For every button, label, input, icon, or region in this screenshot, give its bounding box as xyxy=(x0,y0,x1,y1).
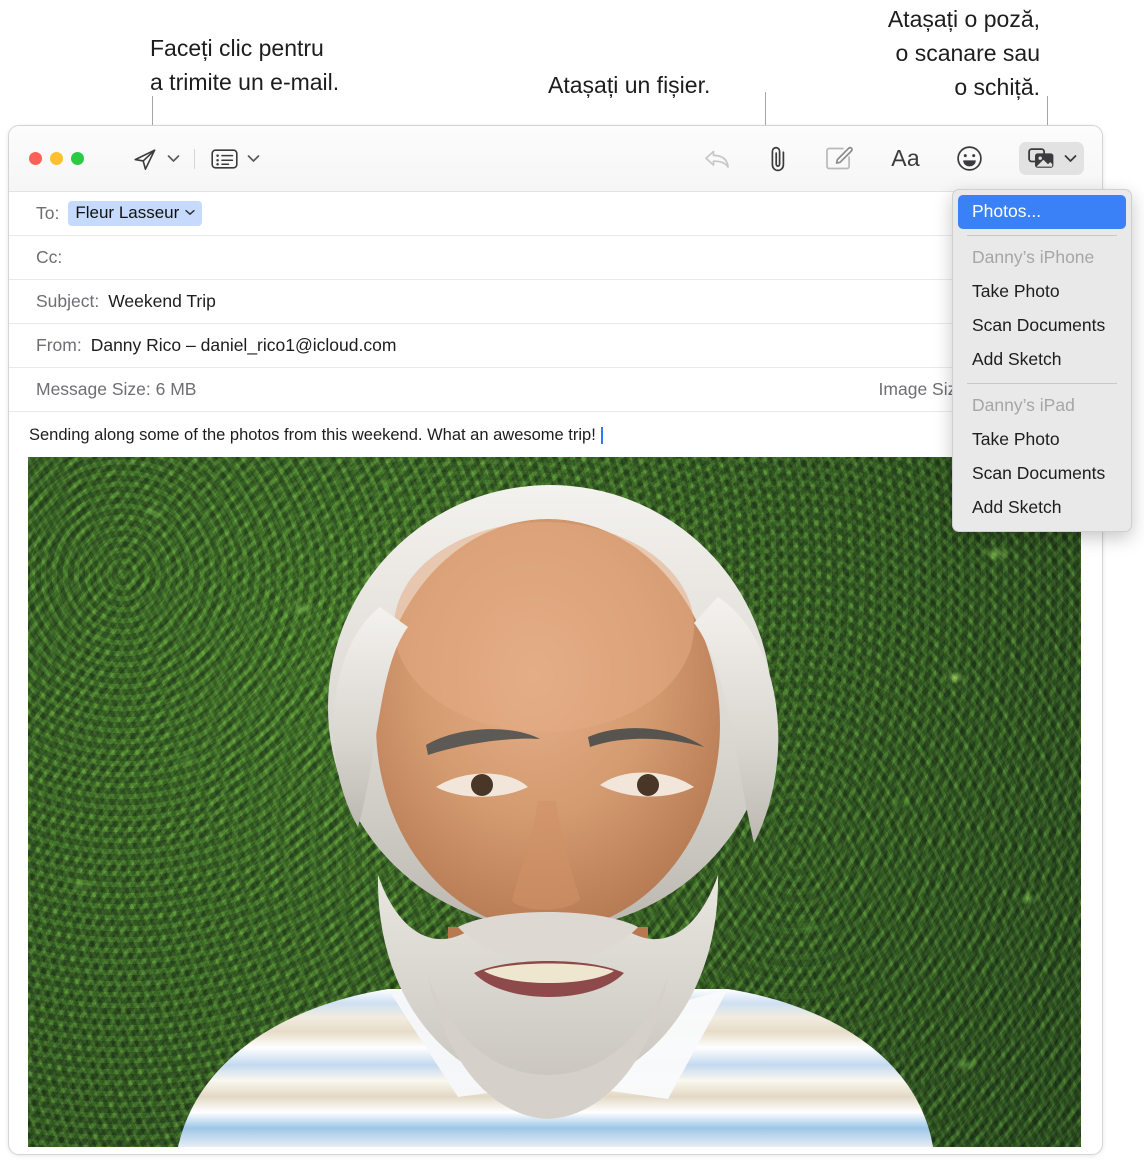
toolbar-right-group: Aa xyxy=(667,142,1084,175)
from-label: From: xyxy=(36,335,82,355)
recipient-name: Fleur Lasseur xyxy=(75,203,180,222)
photo-browser-button[interactable] xyxy=(1019,142,1084,175)
recipient-token[interactable]: Fleur Lasseur xyxy=(68,201,203,226)
window-toolbar: Aa xyxy=(9,126,1102,192)
subject-field-row[interactable]: Subject: Weekend Trip xyxy=(9,280,1102,324)
toolbar-separator xyxy=(194,148,195,169)
subject-label: Subject: xyxy=(36,291,100,311)
message-size-label: Message Size: 6 MB xyxy=(36,379,197,399)
attached-photo[interactable] xyxy=(28,457,1081,1147)
callout-send: Faceți clic pentru a trimite un e-mail. xyxy=(150,35,340,95)
cc-label: Cc: xyxy=(36,247,63,267)
markup-button[interactable] xyxy=(825,146,855,172)
photo-attachment-menu: Photos... Danny’s iPhone Take Photo Scan… xyxy=(952,189,1132,532)
send-button[interactable] xyxy=(132,146,158,172)
mail-compose-window: Aa To: Fleur Lasseur Cc: Subject: Weeken… xyxy=(8,125,1103,1155)
cc-field-row[interactable]: Cc: xyxy=(9,236,1102,280)
menu-item-iphone-scan-documents[interactable]: Scan Documents xyxy=(953,309,1131,343)
photo-person xyxy=(178,485,933,1147)
callout-photo: Atașați o poză, o scanare sau o schiță. xyxy=(887,6,1040,100)
header-fields-button[interactable] xyxy=(211,148,238,170)
format-button[interactable]: Aa xyxy=(891,145,920,172)
message-body[interactable]: Sending along some of the photos from th… xyxy=(9,412,1102,457)
header-fields-chevron-down-icon[interactable] xyxy=(247,154,260,163)
menu-item-ipad-add-sketch[interactable]: Add Sketch xyxy=(953,491,1131,525)
menu-item-photos[interactable]: Photos... xyxy=(958,195,1126,229)
menu-separator-1 xyxy=(967,235,1117,236)
zoom-window-button[interactable] xyxy=(71,152,84,165)
menu-separator-2 xyxy=(967,383,1117,384)
minimize-window-button[interactable] xyxy=(50,152,63,165)
menu-group-iphone: Danny’s iPhone xyxy=(972,247,1095,267)
menu-item-ipad-take-photo[interactable]: Take Photo xyxy=(953,423,1131,457)
callout-attach: Atașați un fișier. xyxy=(548,72,711,98)
menu-item-iphone-take-photo[interactable]: Take Photo xyxy=(953,275,1131,309)
subject-value: Weekend Trip xyxy=(108,291,216,311)
to-field-row[interactable]: To: Fleur Lasseur xyxy=(9,192,1102,236)
send-options-chevron-down-icon[interactable] xyxy=(167,154,180,163)
message-body-text: Sending along some of the photos from th… xyxy=(29,426,596,444)
reply-button[interactable] xyxy=(703,147,731,171)
recipient-chevron-down-icon[interactable] xyxy=(185,207,195,219)
to-label: To: xyxy=(36,203,60,223)
photo-options-chevron-down-icon[interactable] xyxy=(1064,154,1077,163)
close-window-button[interactable] xyxy=(29,152,42,165)
emoji-button[interactable] xyxy=(956,145,983,172)
menu-item-iphone-add-sketch[interactable]: Add Sketch xyxy=(953,343,1131,377)
menu-group-ipad: Danny’s iPad xyxy=(972,395,1075,415)
from-field-row[interactable]: From: Danny Rico – daniel_rico1@icloud.c… xyxy=(9,324,1102,368)
message-size-row: Message Size: 6 MB Image Size: Actual Si… xyxy=(9,368,1102,412)
traffic-lights xyxy=(29,152,84,165)
text-caret xyxy=(600,427,603,444)
photo-icon xyxy=(1028,148,1054,168)
from-value: Danny Rico – daniel_rico1@icloud.com xyxy=(90,335,397,355)
attach-file-button[interactable] xyxy=(767,145,789,173)
menu-item-ipad-scan-documents[interactable]: Scan Documents xyxy=(953,457,1131,491)
